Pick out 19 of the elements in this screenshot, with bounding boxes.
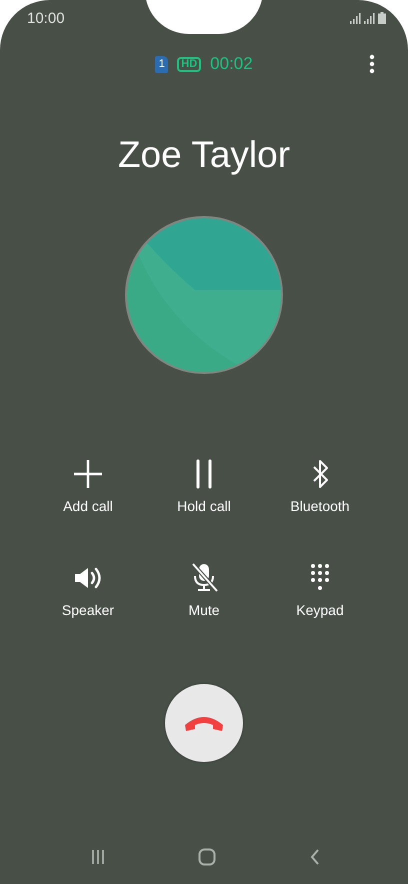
status-time: 10:00 [27, 10, 65, 26]
sim-badge: 1 [155, 56, 168, 72]
call-action-button[interactable]: Keypad [262, 562, 378, 618]
plus-icon [72, 458, 104, 490]
call-action-button[interactable]: Add call [30, 458, 146, 514]
back-icon[interactable] [309, 849, 322, 865]
battery-icon [378, 12, 386, 24]
call-action-button[interactable]: Speaker [30, 562, 146, 618]
call-action-button[interactable]: Bluetooth [262, 458, 378, 514]
signal-icon [364, 12, 375, 24]
contact-name: Zoe Taylor [116, 134, 292, 177]
signal-icon [350, 12, 361, 24]
call-action-button[interactable]: Mute [146, 562, 262, 618]
call-action-button[interactable]: Hold call [146, 458, 262, 514]
call-duration: 00:02 [210, 54, 253, 74]
hd-badge: HD [177, 56, 202, 72]
home-icon[interactable] [198, 848, 216, 866]
recent-apps-icon[interactable] [90, 849, 105, 865]
more-options-icon[interactable] [369, 54, 375, 74]
